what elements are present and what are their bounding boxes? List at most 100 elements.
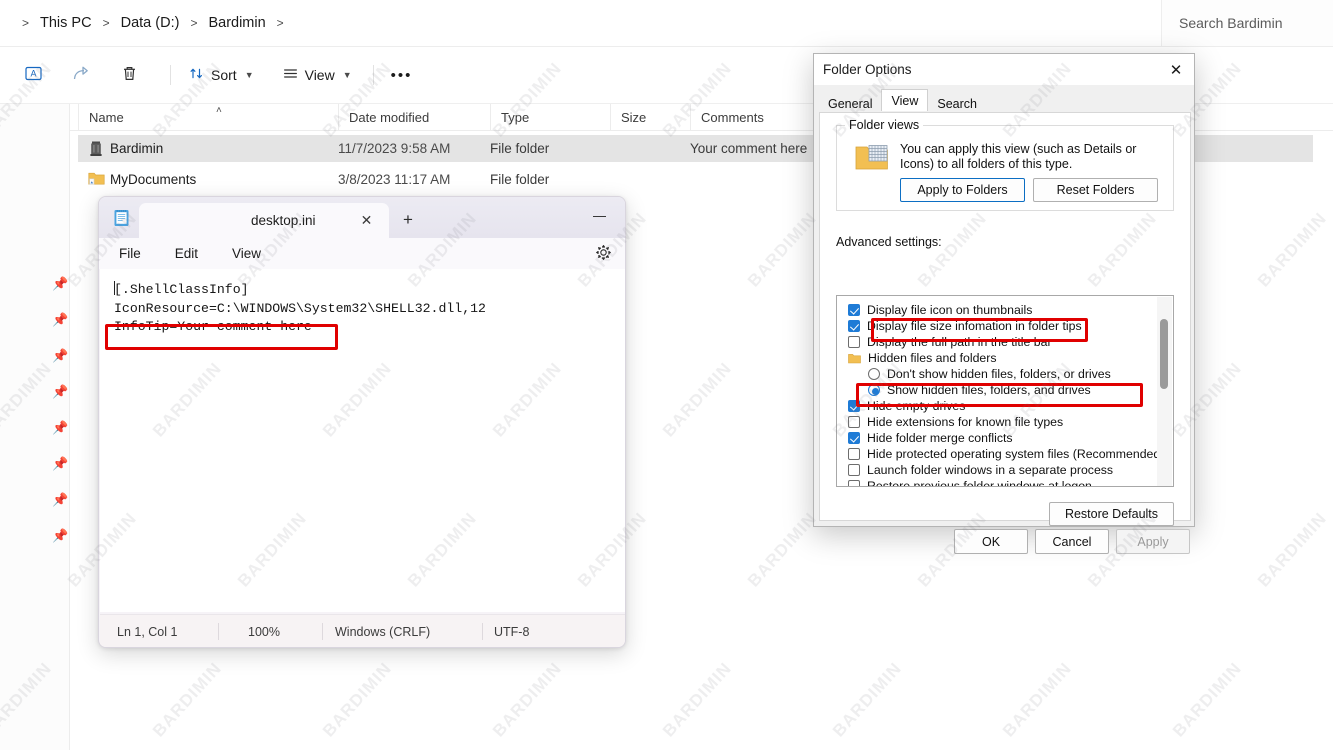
- restore-defaults-button[interactable]: Restore Defaults: [1049, 502, 1174, 526]
- chevron-down-icon: ▼: [245, 70, 254, 80]
- pin-icon[interactable]: 📌: [52, 385, 66, 399]
- pin-icon[interactable]: 📌: [52, 493, 66, 507]
- setting-label: Hidden files and folders: [868, 351, 997, 365]
- breadcrumb-item-this-pc[interactable]: This PC: [33, 12, 99, 34]
- breadcrumb: > This PC > Data (D:) > Bardimin >: [0, 12, 288, 34]
- column-label: Date modified: [349, 110, 429, 125]
- pin-icon[interactable]: 📌: [52, 349, 66, 363]
- setting-show-hidden[interactable]: Show hidden files, folders, and drives: [868, 382, 1091, 398]
- notepad-text-area[interactable]: [.ShellClassInfo] IconResource=C:\WINDOW…: [100, 269, 626, 612]
- close-icon[interactable]: ✕: [358, 212, 375, 229]
- checkbox-icon[interactable]: [848, 432, 860, 444]
- delete-button[interactable]: [112, 58, 146, 92]
- setting-display-file-icon-thumbnails[interactable]: Display file icon on thumbnails: [848, 302, 1032, 318]
- chevron-down-icon: ▼: [343, 70, 352, 80]
- dialog-title: Folder Options: [823, 62, 912, 77]
- radio-icon[interactable]: [868, 384, 880, 396]
- setting-hide-folder-merge-conflicts[interactable]: Hide folder merge conflicts: [848, 430, 1013, 446]
- breadcrumb-item-data-d[interactable]: Data (D:): [114, 12, 187, 34]
- cell-name: MyDocuments: [110, 166, 196, 193]
- tab-general[interactable]: General: [819, 94, 881, 113]
- pin-icon[interactable]: 📌: [52, 421, 66, 435]
- plus-icon: +: [403, 210, 413, 230]
- apply-to-folders-button[interactable]: Apply to Folders: [900, 178, 1025, 202]
- checkbox-icon[interactable]: [848, 416, 860, 428]
- settings-button[interactable]: [593, 244, 613, 264]
- column-label: Name: [89, 110, 124, 125]
- rename-button[interactable]: A: [16, 58, 50, 92]
- scrollbar-thumb[interactable]: [1160, 319, 1168, 389]
- ok-button[interactable]: OK: [954, 529, 1028, 554]
- column-header-size[interactable]: Size: [610, 104, 690, 131]
- setting-display-full-path[interactable]: Display the full path in the title bar: [848, 334, 1052, 350]
- column-header-date-modified[interactable]: Date modified: [338, 104, 490, 131]
- checkbox-icon[interactable]: [848, 448, 860, 460]
- rename-icon: A: [24, 64, 43, 86]
- toolbar-divider: [373, 65, 374, 85]
- setting-label: Show hidden files, folders, and drives: [887, 383, 1091, 397]
- cell-date: 11/7/2023 9:58 AM: [338, 135, 450, 162]
- setting-label: Launch folder windows in a separate proc…: [867, 463, 1113, 477]
- dialog-title-bar[interactable]: Folder Options ✕: [814, 54, 1194, 85]
- checkbox-icon[interactable]: [848, 464, 860, 476]
- radio-icon[interactable]: [868, 368, 880, 380]
- status-line-ending[interactable]: Windows (CRLF): [335, 615, 430, 648]
- setting-hide-extensions[interactable]: Hide extensions for known file types: [848, 414, 1063, 430]
- notepad-window: desktop.ini ✕ + — ☐ ✕ File Edit View: [98, 196, 626, 648]
- cancel-button[interactable]: Cancel: [1035, 529, 1109, 554]
- advanced-settings-list[interactable]: Display file icon on thumbnails Display …: [836, 295, 1174, 487]
- setting-group-hidden-files: Hidden files and folders: [848, 350, 997, 366]
- breadcrumb-sep-icon[interactable]: >: [273, 16, 288, 30]
- setting-restore-previous-windows[interactable]: Restore previous folder windows at logon: [848, 478, 1092, 487]
- setting-launch-separate-process[interactable]: Launch folder windows in a separate proc…: [848, 462, 1113, 478]
- setting-label: Hide extensions for known file types: [867, 415, 1063, 429]
- menu-edit[interactable]: Edit: [165, 243, 208, 264]
- checkbox-icon[interactable]: [848, 400, 860, 412]
- pin-icon[interactable]: 📌: [52, 313, 66, 327]
- setting-label: Restore previous folder windows at logon: [867, 479, 1092, 487]
- share-button[interactable]: [64, 58, 98, 92]
- view-button[interactable]: View ▼: [275, 58, 359, 92]
- notepad-title-bar[interactable]: desktop.ini ✕ + — ☐ ✕: [99, 197, 626, 238]
- pin-icon[interactable]: 📌: [52, 457, 66, 471]
- reset-folders-button[interactable]: Reset Folders: [1033, 178, 1158, 202]
- checkbox-icon[interactable]: [848, 480, 860, 487]
- status-encoding[interactable]: UTF-8: [494, 615, 529, 648]
- sort-button[interactable]: Sort ▼: [181, 58, 261, 92]
- custom-folder-icon: [88, 140, 104, 157]
- column-header-name[interactable]: Name: [78, 104, 338, 131]
- list-scrollbar[interactable]: [1157, 297, 1172, 487]
- breadcrumb-sep-icon[interactable]: >: [186, 16, 201, 30]
- notepad-tab[interactable]: desktop.ini ✕: [139, 203, 389, 238]
- menu-view[interactable]: View: [222, 243, 271, 264]
- pin-icon[interactable]: 📌: [52, 529, 66, 543]
- view-lines-icon: [282, 65, 299, 85]
- more-options-button[interactable]: •••: [384, 58, 420, 92]
- minimize-button[interactable]: —: [577, 197, 622, 233]
- setting-hide-empty-drives[interactable]: Hide empty drives: [848, 398, 965, 414]
- cell-name: Bardimin: [110, 135, 163, 162]
- cell-date: 3/8/2023 11:17 AM: [338, 166, 450, 193]
- menu-file[interactable]: File: [109, 243, 151, 264]
- search-input[interactable]: Search Bardimin: [1161, 0, 1333, 46]
- column-header-type[interactable]: Type: [490, 104, 610, 131]
- status-zoom[interactable]: 100%: [248, 615, 280, 648]
- new-tab-button[interactable]: +: [397, 209, 419, 231]
- tab-view[interactable]: View: [881, 89, 928, 111]
- close-icon[interactable]: ✕: [1164, 59, 1188, 80]
- checkbox-icon[interactable]: [848, 336, 860, 348]
- setting-label: Don't show hidden files, folders, or dri…: [887, 367, 1111, 381]
- pin-icon[interactable]: 📌: [52, 277, 66, 291]
- checkbox-icon[interactable]: [848, 320, 860, 332]
- breadcrumb-item-bardimin[interactable]: Bardimin: [201, 12, 272, 34]
- breadcrumb-sep-icon[interactable]: >: [99, 16, 114, 30]
- setting-label: Display file size infomation in folder t…: [867, 319, 1082, 333]
- tab-search[interactable]: Search: [928, 94, 986, 113]
- breadcrumb-sep-icon[interactable]: >: [18, 16, 33, 30]
- setting-dont-show-hidden[interactable]: Don't show hidden files, folders, or dri…: [868, 366, 1111, 382]
- setting-hide-protected-os-files[interactable]: Hide protected operating system files (R…: [848, 446, 1164, 462]
- setting-display-file-size-info[interactable]: Display file size infomation in folder t…: [848, 318, 1082, 334]
- maximize-button[interactable]: ☐: [620, 197, 626, 233]
- status-cursor-position: Ln 1, Col 1: [117, 615, 177, 648]
- checkbox-icon[interactable]: [848, 304, 860, 316]
